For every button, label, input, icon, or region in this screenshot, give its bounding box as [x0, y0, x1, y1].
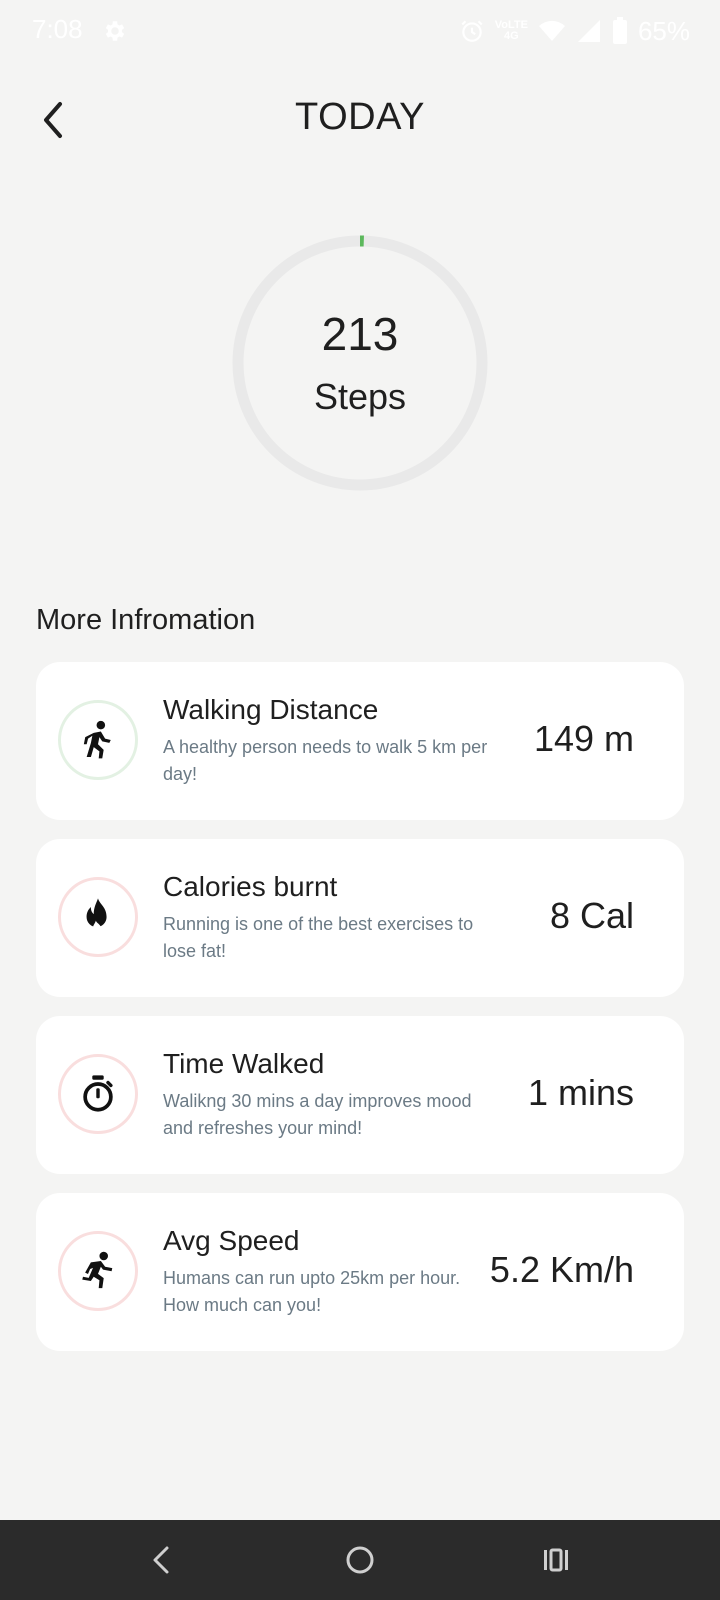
card-time-walked: Time Walked Walikng 30 mins a day improv…: [36, 1016, 684, 1174]
signal-icon: [576, 18, 602, 44]
volte-network: 4G: [504, 30, 519, 42]
status-time: 7:08: [32, 14, 83, 44]
flame-icon: [58, 877, 138, 957]
running-person-icon: [58, 1231, 138, 1311]
wifi-icon: [538, 19, 566, 43]
card-value: 149 m: [533, 718, 634, 759]
card-walking-distance: Walking Distance A healthy person needs …: [36, 662, 684, 820]
walking-person-icon: [58, 700, 138, 780]
steps-progress-ring: [232, 235, 488, 491]
card-description: A healthy person needs to walk 5 km per …: [163, 737, 488, 784]
nav-back-button[interactable]: [144, 1542, 180, 1578]
nav-recents-icon: [544, 1548, 568, 1572]
system-nav-bar: [0, 1520, 720, 1600]
nav-home-icon: [346, 1546, 374, 1574]
section-title: More Infromation: [36, 604, 256, 636]
volte-icon: VoLTE 4G: [495, 20, 528, 42]
settings-icon: [102, 18, 128, 44]
nav-back-icon: [153, 1546, 169, 1574]
steps-ring: 213 Steps: [226, 229, 494, 497]
card-value: 1 mins: [527, 1072, 634, 1113]
card-title: Avg Speed: [163, 1225, 300, 1256]
page-title: TODAY: [295, 96, 425, 138]
ring-track: [232, 235, 488, 491]
card-title: Calories burnt: [163, 871, 338, 902]
battery-icon: [612, 17, 628, 45]
card-value: 8 Cal: [549, 895, 634, 936]
card-description: Humans can run upto 25km per hour. How m…: [163, 1268, 461, 1315]
card-description: Walikng 30 mins a day improves mood and …: [163, 1091, 472, 1138]
card-description: Running is one of the best exercises to …: [163, 914, 474, 961]
nav-home-button[interactable]: [342, 1542, 378, 1578]
card-avg-speed: Avg Speed Humans can run upto 25km per h…: [36, 1193, 684, 1351]
status-icons: VoLTE 4G 65%: [459, 14, 690, 48]
steps-count: 213: [321, 308, 399, 360]
nav-recents-button[interactable]: [538, 1542, 574, 1578]
steps-unit: Steps: [313, 376, 407, 417]
stopwatch-icon: [58, 1054, 138, 1134]
battery-percent: 65%: [637, 15, 690, 46]
card-calories-burnt: Calories burnt Running is one of the bes…: [36, 839, 684, 997]
card-title: Time Walked: [163, 1048, 325, 1079]
card-title: Walking Distance: [163, 694, 379, 725]
status-bar: 7:08 VoLTE 4G 65%: [0, 0, 720, 64]
card-value: 5.2 Km/h: [489, 1249, 634, 1290]
alarm-icon: [459, 18, 485, 44]
